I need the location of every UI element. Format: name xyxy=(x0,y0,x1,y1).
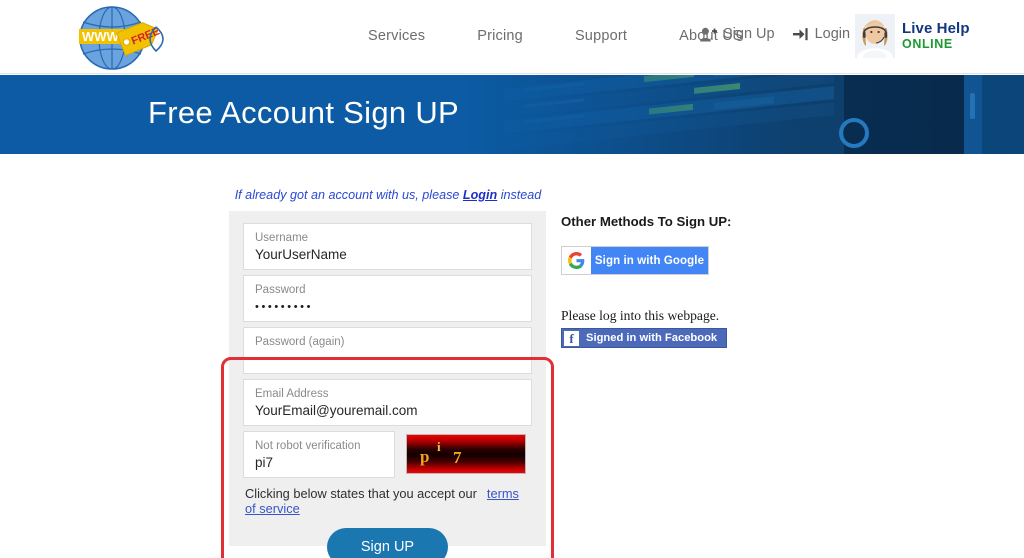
password-again-field-label: Password (again) xyxy=(255,336,345,348)
captcha-field-label: Not robot verification xyxy=(255,440,361,452)
support-agent-avatar xyxy=(855,14,895,58)
terms-notice-text: Clicking below states that you accept ou… xyxy=(245,486,477,501)
email-field-value: YourEmail@youremail.com xyxy=(255,403,418,418)
email-field[interactable]: Email Address YourEmail@youremail.com xyxy=(243,379,532,426)
user-plus-icon xyxy=(700,27,717,42)
captcha-char-3: 7 xyxy=(453,448,462,467)
existing-account-note: If already got an account with us, pleas… xyxy=(228,188,548,202)
facebook-signin-label: Signed in with Facebook xyxy=(586,332,718,344)
page-banner: Free Account Sign UP xyxy=(0,75,1024,154)
captcha-char-1: p xyxy=(420,447,430,466)
login-link-label: Login xyxy=(814,26,851,42)
live-help-text: Live Help ONLINE xyxy=(902,20,970,52)
login-inline-link[interactable]: Login xyxy=(463,188,497,202)
existing-account-note-suffix: instead xyxy=(497,188,542,202)
login-link[interactable]: Login xyxy=(792,26,851,42)
site-header: WWW. FREE Services Pricing Support About… xyxy=(0,0,1024,74)
signup-link-label: Sign Up xyxy=(723,26,775,42)
captcha-field-value: pi7 xyxy=(255,455,274,470)
captcha-input-field[interactable]: Not robot verification pi7 xyxy=(243,431,395,478)
page-title: Free Account Sign UP xyxy=(148,95,459,130)
other-signup-methods: Other Methods To Sign UP: Sign in with G… xyxy=(561,214,791,348)
main-content: If already got an account with us, pleas… xyxy=(0,154,1024,558)
facebook-note: Please log into this webpage. xyxy=(561,308,720,323)
facebook-signin-button[interactable]: f Signed in with Facebook xyxy=(561,328,728,348)
google-signin-label: Sign in with Google xyxy=(594,254,705,267)
google-g-icon xyxy=(562,247,591,274)
nav-item-services[interactable]: Services xyxy=(360,28,451,44)
email-field-label: Email Address xyxy=(255,388,329,400)
password-field-label: Password xyxy=(255,284,306,296)
password-again-field[interactable]: Password (again) ••••••••• xyxy=(243,327,532,374)
live-help-widget[interactable]: Live Help ONLINE xyxy=(855,14,970,58)
captcha-char-2: i xyxy=(437,439,441,454)
nav-item-pricing[interactable]: Pricing xyxy=(451,28,549,44)
username-field-value: YourUserName xyxy=(255,247,347,262)
nav-item-support[interactable]: Support xyxy=(549,28,653,44)
live-help-title: Live Help xyxy=(902,19,970,37)
server-rack-background-image xyxy=(464,75,1024,154)
signup-form: Username YourUserName Password •••••••••… xyxy=(229,211,546,558)
live-help-status: ONLINE xyxy=(902,37,953,52)
www-free-logo[interactable]: WWW. FREE xyxy=(68,5,172,71)
password-again-field-value: ••••••••• xyxy=(255,353,314,365)
username-field-label: Username xyxy=(255,232,309,244)
captcha-row: Not robot verification pi7 p i 7 xyxy=(243,431,532,478)
existing-account-note-prefix: If already got an account with us, pleas… xyxy=(234,188,463,202)
signup-page: WWW. FREE Services Pricing Support About… xyxy=(0,0,1024,558)
facebook-f-icon: f xyxy=(564,330,579,346)
svg-text:WWW.: WWW. xyxy=(82,29,122,44)
sign-in-icon xyxy=(792,27,809,42)
username-field[interactable]: Username YourUserName xyxy=(243,223,532,270)
signup-link[interactable]: Sign Up xyxy=(700,26,775,42)
terms-notice: Clicking below states that you accept ou… xyxy=(243,486,532,516)
password-field-value: ••••••••• xyxy=(255,301,314,313)
captcha-image[interactable]: p i 7 xyxy=(406,434,526,474)
signup-submit-button[interactable]: Sign UP xyxy=(326,528,449,558)
google-signin-button[interactable]: Sign in with Google xyxy=(561,246,709,275)
auth-links: Sign Up Login xyxy=(700,26,850,42)
password-field[interactable]: Password ••••••••• xyxy=(243,275,532,322)
other-methods-title: Other Methods To Sign UP: xyxy=(561,214,732,229)
submit-row: Sign UP xyxy=(243,528,532,558)
